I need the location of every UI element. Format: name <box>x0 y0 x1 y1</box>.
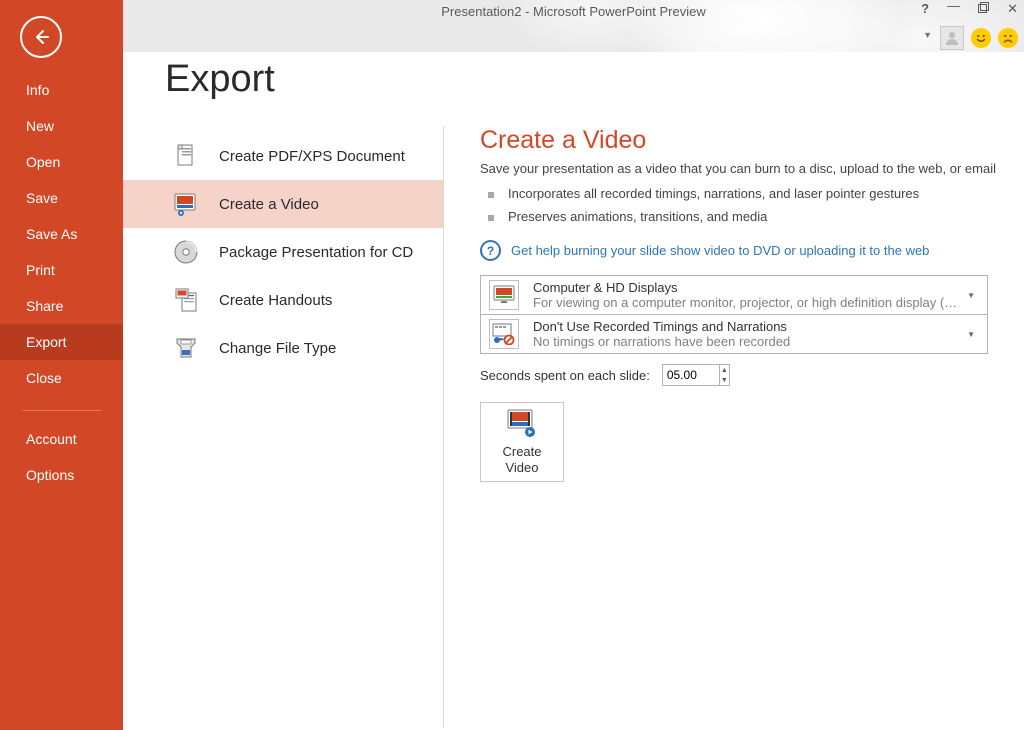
export-item-label: Create Handouts <box>219 292 332 309</box>
nav-item-export[interactable]: Export <box>0 324 123 360</box>
nav-item-account[interactable]: Account <box>0 421 123 457</box>
create-video-button[interactable]: Create Video <box>480 402 564 482</box>
nav-item-print[interactable]: Print <box>0 252 123 288</box>
back-arrow-icon <box>32 28 50 46</box>
combo-title: Computer & HD Displays <box>533 280 963 295</box>
chevron-down-icon: ▼ <box>963 326 979 343</box>
titlebar: Presentation2 - Microsoft PowerPoint Pre… <box>123 0 1024 52</box>
minimize-button[interactable]: — <box>947 0 960 13</box>
feedback-sad-icon[interactable] <box>998 28 1018 48</box>
ribbon-display-options[interactable]: ▼ <box>923 30 932 40</box>
close-button[interactable]: ✕ <box>1007 2 1018 16</box>
export-item-label: Change File Type <box>219 340 336 357</box>
monitor-icon <box>489 280 519 310</box>
export-item-handouts[interactable]: Create Handouts <box>123 276 443 324</box>
export-item-label: Create PDF/XPS Document <box>219 148 405 165</box>
no-narration-icon <box>489 319 519 349</box>
combo-title: Don't Use Recorded Timings and Narration… <box>533 319 963 334</box>
nav-item-close[interactable]: Close <box>0 360 123 396</box>
create-video-icon <box>171 189 201 219</box>
detail-title: Create a Video <box>480 126 1002 155</box>
export-item-pdf[interactable]: Create PDF/XPS Document <box>123 132 443 180</box>
combo-subtitle: For viewing on a computer monitor, proje… <box>533 295 963 310</box>
export-item-video[interactable]: Create a Video <box>123 180 443 228</box>
detail-bullet: Incorporates all recorded timings, narra… <box>480 186 1002 201</box>
nav-item-info[interactable]: Info <box>0 72 123 108</box>
seconds-label: Seconds spent on each slide: <box>480 368 650 383</box>
detail-bullet: Preserves animations, transitions, and m… <box>480 209 1002 224</box>
pdf-document-icon <box>171 141 201 171</box>
bullet-text: Preserves animations, transitions, and m… <box>508 209 767 224</box>
export-type-list: Create PDF/XPS Document Create a Video P… <box>123 126 444 728</box>
user-avatar[interactable] <box>940 26 964 50</box>
page-title: Export <box>165 58 1024 101</box>
detail-description: Save your presentation as a video that y… <box>480 161 1002 176</box>
help-icon: ? <box>480 240 501 261</box>
export-item-cd[interactable]: Package Presentation for CD <box>123 228 443 276</box>
change-filetype-icon <box>171 333 201 363</box>
nav-item-save-as[interactable]: Save As <box>0 216 123 252</box>
nav-item-new[interactable]: New <box>0 108 123 144</box>
create-video-label: Create Video <box>502 444 541 475</box>
nav-list: Info New Open Save Save As Print Share E… <box>0 66 123 493</box>
seconds-input[interactable] <box>663 365 719 385</box>
spinner-down[interactable]: ▼ <box>720 375 729 385</box>
feedback-happy-icon[interactable] <box>971 28 991 48</box>
spinner-up[interactable]: ▲ <box>720 365 729 375</box>
combo-subtitle: No timings or narrations have been recor… <box>533 334 963 349</box>
export-detail-panel: Create a Video Save your presentation as… <box>444 126 1024 728</box>
help-link[interactable]: Get help burning your slide show video t… <box>511 243 929 258</box>
help-button[interactable]: ? <box>921 2 929 16</box>
nav-item-share[interactable]: Share <box>0 288 123 324</box>
export-item-filetype[interactable]: Change File Type <box>123 324 443 372</box>
create-video-large-icon <box>506 408 538 438</box>
maximize-button[interactable] <box>978 2 989 16</box>
chevron-down-icon: ▼ <box>963 287 979 304</box>
export-item-label: Package Presentation for CD <box>219 244 413 261</box>
cd-icon <box>171 237 201 267</box>
seconds-spinner[interactable]: ▲ ▼ <box>662 364 730 386</box>
user-icon <box>944 30 960 46</box>
nav-item-save[interactable]: Save <box>0 180 123 216</box>
bullet-text: Incorporates all recorded timings, narra… <box>508 186 919 201</box>
video-quality-dropdown[interactable]: Computer & HD Displays For viewing on a … <box>480 275 988 315</box>
handouts-icon <box>171 285 201 315</box>
back-button[interactable] <box>20 16 62 58</box>
window-title: Presentation2 - Microsoft PowerPoint Pre… <box>123 4 1024 19</box>
nav-item-open[interactable]: Open <box>0 144 123 180</box>
backstage-sidebar: Info New Open Save Save As Print Share E… <box>0 0 123 730</box>
timings-dropdown[interactable]: Don't Use Recorded Timings and Narration… <box>480 315 988 354</box>
export-item-label: Create a Video <box>219 196 319 213</box>
nav-item-options[interactable]: Options <box>0 457 123 493</box>
